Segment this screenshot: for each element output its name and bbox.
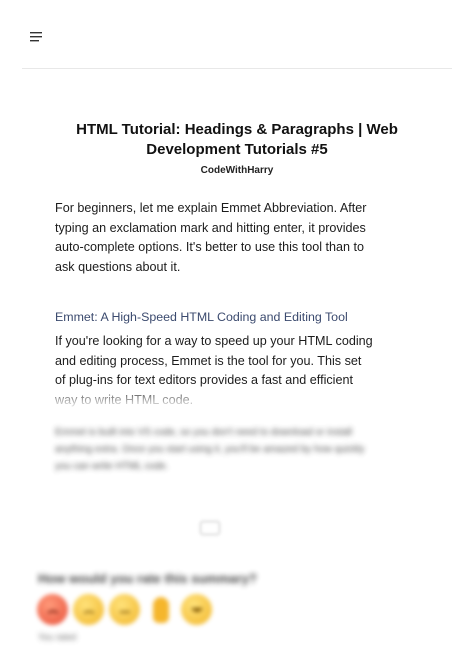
grinning-face-emoji[interactable] bbox=[181, 594, 212, 625]
text-fade-overlay bbox=[40, 386, 420, 408]
rating-question: How would you rate this summary? bbox=[38, 571, 257, 586]
article-title: HTML Tutorial: Headings & Paragraphs | W… bbox=[76, 121, 398, 158]
hamburger-menu-icon[interactable] bbox=[30, 31, 46, 45]
sad-face-emoji[interactable] bbox=[73, 594, 104, 625]
rating-status: You rated bbox=[38, 632, 77, 642]
ok-hand-emoji[interactable] bbox=[145, 594, 176, 625]
top-bar bbox=[22, 0, 452, 69]
section-heading: Emmet: A High-Speed HTML Coding and Edit… bbox=[55, 310, 348, 324]
ok-hand-shape bbox=[152, 596, 169, 623]
page: HTML Tutorial: Headings & Paragraphs | W… bbox=[0, 0, 474, 669]
neutral-face-emoji[interactable] bbox=[109, 594, 140, 625]
angry-face-emoji[interactable] bbox=[37, 594, 68, 625]
summary-paragraph: For beginners, let me explain Emmet Abbr… bbox=[55, 201, 367, 274]
rating-options bbox=[37, 594, 212, 628]
expand-icon[interactable] bbox=[200, 521, 220, 535]
blurred-paragraph: Emmet is built into VS code, so you don'… bbox=[55, 427, 365, 472]
author-name: CodeWithHarry bbox=[200, 165, 274, 176]
